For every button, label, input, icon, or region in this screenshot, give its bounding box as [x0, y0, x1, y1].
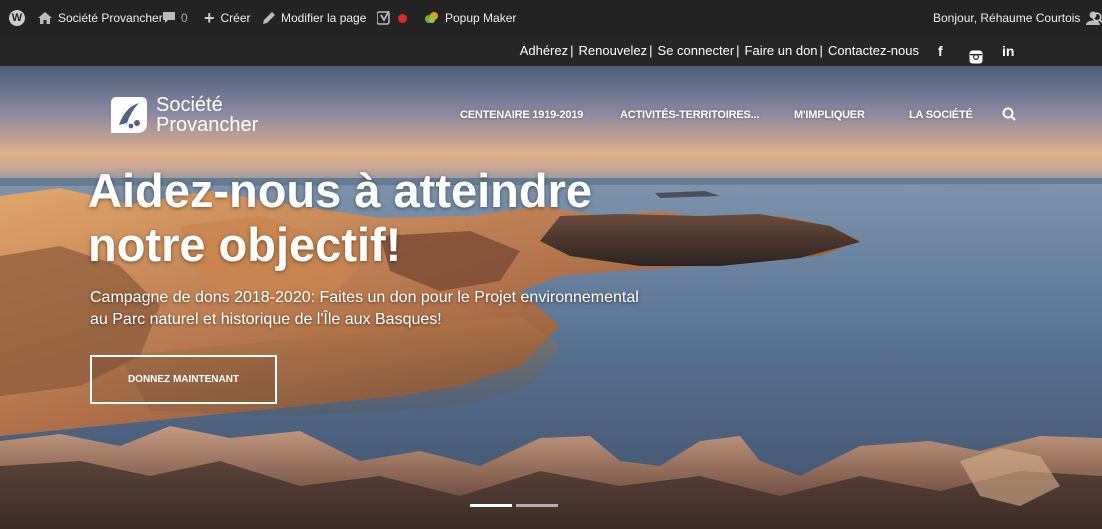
plus-icon: +	[204, 8, 215, 28]
nav-centenaire[interactable]: CENTENAIRE 1919-2019	[460, 109, 583, 121]
instagram-icon[interactable]	[969, 44, 983, 64]
admin-search-icon	[1092, 12, 1102, 24]
hero-banner: Société Provancher CENTENAIRE 1919-2019 …	[0, 66, 1102, 529]
create-label: Créer	[220, 11, 251, 25]
separator: |	[819, 43, 823, 58]
record-dot-icon	[398, 13, 407, 23]
popup-maker-icon	[425, 12, 438, 23]
slide-indicator[interactable]	[470, 504, 512, 507]
popup-maker-menu[interactable]: Popup Maker	[424, 0, 516, 36]
comments-count: 0	[181, 11, 188, 25]
seo-menu[interactable]	[377, 0, 407, 36]
hero-headline: Aidez-nous à atteindre notre objectif!	[88, 164, 788, 272]
site-logo[interactable]: Société Provancher	[107, 93, 258, 137]
greeting-label: Bonjour, Réhaume Courtois	[933, 11, 1081, 25]
site-name-menu[interactable]: Société Provancher	[38, 0, 163, 36]
admin-bar: W Société Provancher 0 + Créer Modifier …	[0, 0, 1102, 36]
headline-line-2: notre objectif!	[88, 218, 402, 271]
account-menu[interactable]: Bonjour, Réhaume Courtois	[933, 0, 1101, 36]
separator: |	[736, 43, 740, 58]
separator: |	[649, 43, 653, 58]
comments-menu[interactable]: 0	[163, 0, 188, 36]
top-link-renouvelez[interactable]: Renouvelez	[579, 36, 648, 66]
top-link-faire-un-don[interactable]: Faire un don	[745, 36, 818, 66]
nav-mimpliquer[interactable]: M'IMPLIQUER	[794, 109, 865, 121]
site-name-label: Société Provancher	[58, 11, 163, 25]
headline-line-1: Aidez-nous à atteindre	[88, 164, 593, 217]
top-link-contactez-nous[interactable]: Contactez-nous	[828, 36, 919, 66]
donate-now-button[interactable]: DONNEZ MAINTENANT	[90, 355, 277, 404]
separator: |	[570, 43, 574, 58]
admin-search-button[interactable]	[1092, 0, 1102, 36]
logo-mark-icon	[111, 97, 147, 133]
wordpress-logo-icon: W	[9, 10, 25, 26]
edit-page-link[interactable]: Modifier la page	[263, 0, 366, 36]
slide-indicator[interactable]	[516, 504, 558, 507]
nav-activites-territoires[interactable]: ACTIVITÉS-TERRITOIRES...	[620, 109, 759, 121]
nav-la-societe[interactable]: LA SOCIÉTÉ	[909, 109, 973, 121]
home-icon	[38, 12, 52, 24]
comment-icon	[163, 12, 175, 23]
logo-line-2: Provancher	[156, 114, 259, 136]
top-link-se-connecter[interactable]: Se connecter	[658, 36, 735, 66]
hero-subtext: Campagne de dons 2018-2020: Faites un do…	[90, 287, 750, 331]
yoast-icon	[377, 11, 390, 25]
popup-maker-label: Popup Maker	[445, 11, 517, 25]
edit-page-label: Modifier la page	[281, 11, 367, 25]
logo-line-1: Société	[156, 94, 223, 116]
top-links: Adhérez | Renouvelez | Se connecter | Faire…	[520, 36, 919, 66]
pencil-icon	[263, 12, 275, 24]
wp-logo-menu[interactable]: W	[9, 0, 25, 36]
facebook-icon[interactable]: f	[938, 36, 943, 66]
logo-text: Société Provancher	[156, 95, 258, 135]
top-links-bar: Adhérez | Renouvelez | Se connecter | Faire…	[0, 36, 1102, 66]
create-menu[interactable]: + Créer	[204, 0, 251, 36]
linkedin-icon[interactable]: in	[1002, 36, 1014, 66]
top-link-adherez[interactable]: Adhérez	[520, 36, 568, 66]
subtext-line-1: Campagne de dons 2018-2020: Faites un do…	[90, 289, 639, 306]
slider-pagination	[470, 504, 558, 507]
search-icon[interactable]	[1002, 107, 1016, 121]
subtext-line-2: au Parc naturel et historique de l'Île a…	[90, 311, 442, 328]
